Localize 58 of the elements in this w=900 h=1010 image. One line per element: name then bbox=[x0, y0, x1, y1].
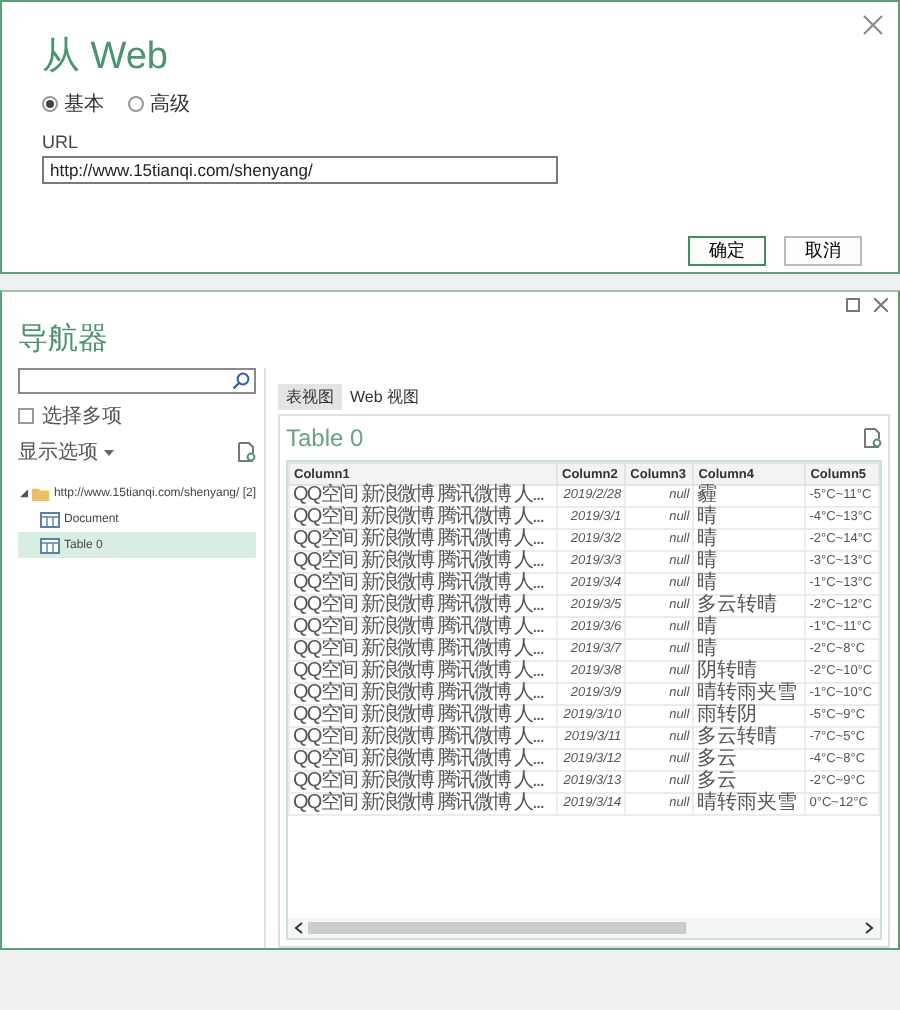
search-field[interactable] bbox=[18, 368, 256, 394]
table-icon bbox=[40, 537, 60, 553]
mode-radio[interactable]: 高级 bbox=[128, 90, 190, 118]
table-cell: QQ空间 新浪微博 腾讯微博 人... bbox=[289, 727, 557, 749]
view-tab[interactable]: 表视图 bbox=[278, 384, 342, 410]
ok-button[interactable]: 确定 bbox=[688, 236, 766, 266]
table-cell: 多云 bbox=[693, 749, 806, 771]
scroll-left-icon[interactable] bbox=[294, 922, 304, 934]
table-cell: 晴 bbox=[693, 617, 806, 639]
table-cell: 多云 bbox=[693, 771, 806, 793]
display-options-dropdown[interactable]: 显示选项 bbox=[18, 438, 114, 466]
table-cell: 晴 bbox=[693, 529, 806, 551]
mode-radio[interactable]: 基本 bbox=[42, 90, 104, 118]
table-cell: 晴转雨夹雪 bbox=[693, 683, 806, 705]
table-cell: QQ空间 新浪微博 腾讯微博 人... bbox=[289, 749, 557, 771]
table-cell: QQ空间 新浪微博 腾讯微博 人... bbox=[289, 595, 557, 617]
table-cell: QQ空间 新浪微博 腾讯微博 人... bbox=[289, 507, 557, 529]
maximize-icon[interactable] bbox=[846, 298, 860, 312]
folder-icon bbox=[32, 485, 50, 501]
table-cell: QQ空间 新浪微博 腾讯微博 人... bbox=[289, 771, 557, 793]
search-icon[interactable] bbox=[232, 372, 250, 390]
dialog-title: 从 Web bbox=[42, 34, 171, 82]
url-label: URL bbox=[42, 132, 81, 152]
table-cell: 阴转晴 bbox=[693, 661, 806, 683]
table-cell: QQ空间 新浪微博 腾讯微博 人... bbox=[289, 683, 557, 705]
refresh-document-icon[interactable] bbox=[864, 428, 882, 448]
refresh-document-icon[interactable] bbox=[238, 442, 256, 462]
navigator-title: 导航器 bbox=[18, 320, 110, 358]
table-cell: QQ空间 新浪微博 腾讯微博 人... bbox=[289, 705, 557, 727]
preview-title: Table 0 bbox=[286, 424, 364, 452]
horizontal-scrollbar[interactable] bbox=[288, 918, 880, 938]
table-cell: 晴 bbox=[693, 639, 806, 661]
caret-icon[interactable] bbox=[104, 449, 114, 455]
url-field[interactable]: http://www.15tianqi.com/shenyang/ bbox=[42, 156, 558, 184]
table-cell: 多云转晴 bbox=[693, 727, 806, 749]
table-cell: QQ空间 新浪微博 腾讯微博 人... bbox=[289, 617, 557, 639]
table-cell: 晴转雨夹雪 bbox=[693, 793, 806, 815]
table-cell: 霾 bbox=[693, 485, 806, 507]
table-cell: 晴 bbox=[693, 573, 806, 595]
table-cell: QQ空间 新浪微博 腾讯微博 人... bbox=[289, 485, 557, 507]
table-cell: 晴 bbox=[693, 551, 806, 573]
table-cell: 晴 bbox=[693, 507, 806, 529]
table-icon bbox=[40, 511, 60, 527]
select-multiple-checkbox[interactable]: 选择多项 bbox=[18, 402, 264, 430]
cancel-button[interactable]: 取消 bbox=[784, 236, 862, 266]
table-cell: 雨转阴 bbox=[693, 705, 806, 727]
close-icon[interactable] bbox=[874, 298, 888, 312]
close-icon[interactable] bbox=[862, 14, 884, 36]
expanded-arrow-icon[interactable] bbox=[20, 488, 29, 498]
scroll-right-icon[interactable] bbox=[864, 922, 874, 934]
table-cell: QQ空间 新浪微博 腾讯微博 人... bbox=[289, 661, 557, 683]
table-cell: QQ空间 新浪微博 腾讯微博 人... bbox=[289, 551, 557, 573]
view-tab[interactable]: Web 视图 bbox=[342, 384, 428, 410]
table-cell: QQ空间 新浪微博 腾讯微博 人... bbox=[289, 573, 557, 595]
table-cell: QQ空间 新浪微博 腾讯微博 人... bbox=[289, 529, 557, 551]
table-cell: 多云转晴 bbox=[693, 595, 806, 617]
table-cell: QQ空间 新浪微博 腾讯微博 人... bbox=[289, 639, 557, 661]
table-cell: QQ空间 新浪微博 腾讯微博 人... bbox=[289, 793, 557, 815]
